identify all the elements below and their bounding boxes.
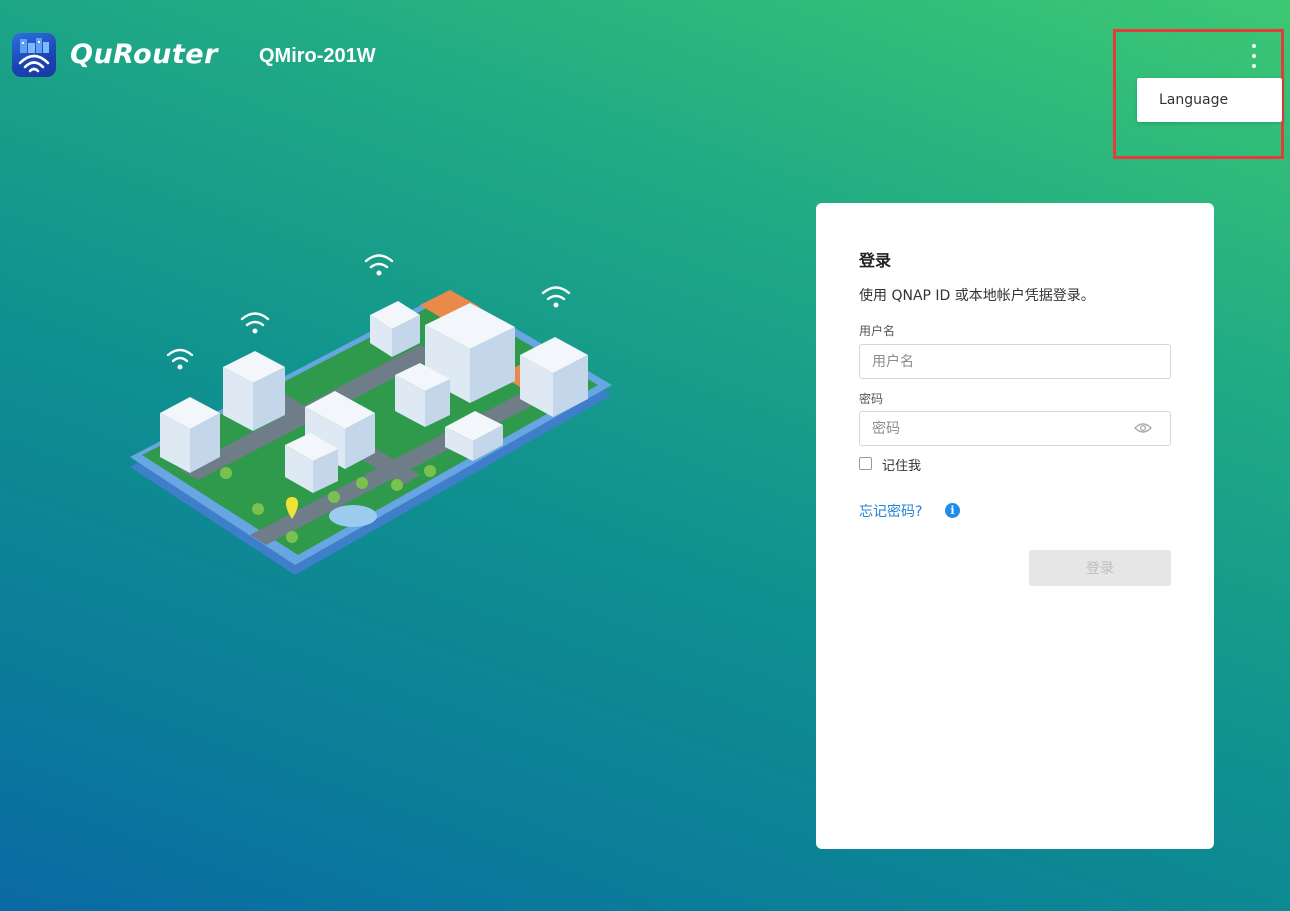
menu-dropdown: Language — [1137, 78, 1282, 122]
app-logo-icon — [12, 33, 56, 77]
login-description: 使用 QNAP ID 或本地帐户凭据登录。 — [859, 288, 1095, 304]
eye-icon[interactable] — [1134, 420, 1152, 434]
login-card: 登录 使用 QNAP ID 或本地帐户凭据登录。 用户名 密码 记住我 忘记密码… — [816, 203, 1214, 849]
remember-me-checkbox[interactable] — [859, 457, 872, 470]
device-name: QMiro-201W — [259, 45, 376, 67]
username-input[interactable] — [859, 344, 1171, 379]
password-input[interactable] — [859, 411, 1171, 446]
login-title: 登录 — [859, 251, 892, 270]
info-icon[interactable]: i — [945, 503, 960, 518]
smart-city-illustration — [120, 245, 620, 585]
forgot-password-link[interactable]: 忘记密码? — [859, 501, 922, 521]
password-label: 密码 — [859, 392, 884, 406]
app-name: QuRouter — [70, 39, 218, 70]
remember-me-label[interactable]: 记住我 — [882, 455, 921, 474]
username-label: 用户名 — [859, 324, 896, 338]
kebab-menu-icon[interactable] — [1243, 41, 1265, 71]
login-button[interactable]: 登录 — [1029, 550, 1171, 586]
menu-item-language[interactable]: Language — [1159, 78, 1228, 122]
